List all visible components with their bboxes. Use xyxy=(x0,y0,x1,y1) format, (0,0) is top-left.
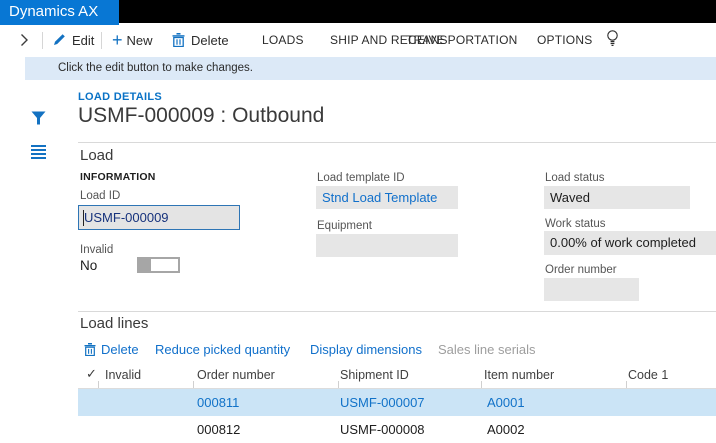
page-title: USMF-000009 : Outbound xyxy=(78,104,324,128)
column-header-shipment-id[interactable]: Shipment ID xyxy=(340,368,409,382)
notification-message: Click the edit button to make changes. xyxy=(58,62,253,74)
load-lines-delete-label: Delete xyxy=(101,342,139,357)
table-row[interactable]: 000812 USMF-000008 A0002 xyxy=(78,416,716,443)
dynamics-ax-load-details-screen: { "colors": { "brand_blue": "#0877D4", "… xyxy=(0,0,716,443)
cell-shipment-id[interactable]: USMF-000008 xyxy=(340,422,425,437)
expand-chevron-button[interactable] xyxy=(20,23,35,57)
column-divider xyxy=(193,381,194,388)
chevron-right-icon xyxy=(20,33,29,47)
column-divider xyxy=(338,381,339,388)
column-divider xyxy=(626,381,627,388)
edit-button[interactable]: Edit xyxy=(52,23,94,57)
load-id-input[interactable]: USMF-000009 xyxy=(78,205,240,230)
load-section-title[interactable]: Load xyxy=(80,147,113,164)
trash-icon xyxy=(84,343,96,356)
reduce-picked-quantity-button[interactable]: Reduce picked quantity xyxy=(155,341,290,358)
action-bar: Edit + New Delete LOADS SHIP AND RECEIVE… xyxy=(0,23,716,57)
app-brand[interactable]: Dynamics AX xyxy=(0,0,119,25)
information-group-header: INFORMATION xyxy=(80,171,156,183)
load-status-field: Waved xyxy=(544,186,690,209)
menu-options[interactable]: OPTIONS xyxy=(537,23,592,57)
pencil-icon xyxy=(52,33,66,47)
menu-loads[interactable]: LOADS xyxy=(262,23,304,57)
invalid-label: Invalid xyxy=(80,244,113,256)
display-dimensions-button[interactable]: Display dimensions xyxy=(310,341,422,358)
load-lines-delete-button[interactable]: Delete xyxy=(84,341,139,358)
load-template-id-field[interactable]: Stnd Load Template xyxy=(316,186,458,209)
cell-item-number[interactable]: A0001 xyxy=(487,395,525,410)
new-button-label: New xyxy=(127,33,153,48)
toolbar-separator xyxy=(42,32,43,49)
load-lines-section-title[interactable]: Load lines xyxy=(80,315,148,332)
invalid-value: No xyxy=(80,258,97,273)
related-list-icon[interactable] xyxy=(31,145,46,161)
plus-icon: + xyxy=(112,33,123,47)
sales-line-serials-button: Sales line serials xyxy=(438,341,536,358)
toolbar-separator xyxy=(101,32,102,49)
cell-shipment-id[interactable]: USMF-000007 xyxy=(340,395,425,410)
cell-order-number[interactable]: 000811 xyxy=(197,395,239,410)
column-header-item-number[interactable]: Item number xyxy=(484,368,554,382)
lightbulb-icon xyxy=(606,30,619,50)
new-button[interactable]: + New xyxy=(112,23,153,57)
invalid-toggle[interactable] xyxy=(137,257,180,273)
equipment-label: Equipment xyxy=(317,220,372,232)
order-number-label: Order number xyxy=(545,264,617,276)
column-divider xyxy=(98,381,99,388)
column-header-code1[interactable]: Code 1 xyxy=(628,368,668,382)
column-header-order-number[interactable]: Order number xyxy=(197,368,275,382)
load-id-label: Load ID xyxy=(80,190,120,202)
work-status-field: 0.00% of work completed xyxy=(544,231,716,255)
load-template-id-label: Load template ID xyxy=(317,172,405,184)
notification-bar: Click the edit button to make changes. xyxy=(25,57,716,80)
order-number-field[interactable] xyxy=(544,278,639,301)
load-lines-section-divider xyxy=(78,311,716,312)
column-header-invalid[interactable]: Invalid xyxy=(105,368,141,382)
lightbulb-button[interactable] xyxy=(606,23,619,57)
page-caption: LOAD DETAILS xyxy=(78,91,162,103)
cell-order-number[interactable]: 000812 xyxy=(197,422,240,437)
text-caret xyxy=(83,210,84,226)
filter-funnel-icon[interactable] xyxy=(31,111,46,130)
cell-item-number[interactable]: A0002 xyxy=(487,422,525,437)
trash-icon xyxy=(172,33,185,47)
table-row[interactable]: 000811 USMF-000007 A0001 xyxy=(78,389,716,416)
work-status-label: Work status xyxy=(545,218,606,230)
load-status-label: Load status xyxy=(545,172,604,184)
toggle-handle xyxy=(137,257,151,273)
equipment-field[interactable] xyxy=(316,234,458,257)
edit-button-label: Edit xyxy=(72,33,94,48)
delete-button-label: Delete xyxy=(191,33,229,48)
row-select-check-icon[interactable]: ✓ xyxy=(86,366,97,382)
load-section-divider xyxy=(78,142,716,143)
column-divider xyxy=(481,381,482,388)
load-id-value: USMF-000009 xyxy=(84,210,169,225)
menu-transportation[interactable]: TRANSPORTATION xyxy=(406,23,517,57)
delete-button[interactable]: Delete xyxy=(172,23,229,57)
